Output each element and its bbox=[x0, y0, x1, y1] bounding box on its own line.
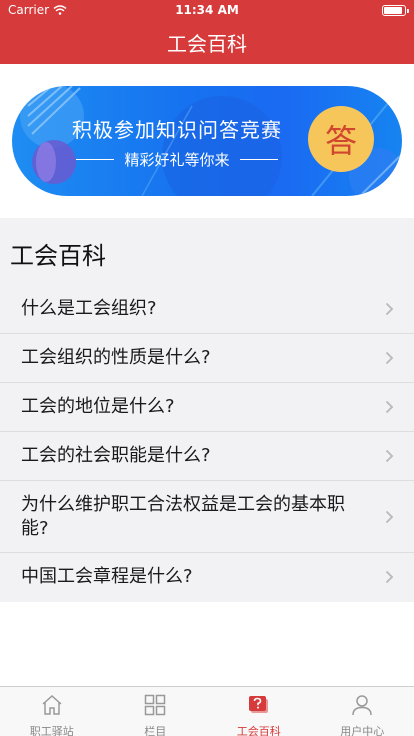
faq-item[interactable]: 中国工会章程是什么? bbox=[0, 552, 414, 601]
page-title: 工会百科 bbox=[167, 32, 247, 56]
battery-icon bbox=[382, 5, 409, 16]
question-icon bbox=[248, 696, 268, 713]
chevron-right-icon bbox=[385, 302, 394, 315]
top-bar: Carrier 11:34 AM 工会百科 bbox=[0, 0, 414, 64]
tab-union-encyclopedia[interactable]: 工会百科 bbox=[207, 687, 311, 736]
divider-line bbox=[76, 159, 115, 160]
divider-line bbox=[239, 159, 278, 160]
faq-list: 什么是工会组织? 工会组织的性质是什么? 工会的地位是什么? 工会的社会职能是什… bbox=[0, 284, 414, 601]
chevron-right-icon bbox=[385, 351, 394, 365]
banner-title: 积极参加知识问答竞赛 bbox=[72, 118, 282, 142]
quiz-banner[interactable]: 积极参加知识问答竞赛 精彩好礼等你来 答 bbox=[12, 86, 402, 196]
chevron-right-icon bbox=[385, 510, 394, 523]
faq-item[interactable]: 工会的社会职能是什么? bbox=[0, 431, 414, 480]
tab-label: 栏目 bbox=[144, 725, 167, 736]
faq-question: 中国工会章程是什么? bbox=[21, 566, 193, 587]
faq-item[interactable]: 工会的地位是什么? bbox=[0, 382, 414, 431]
status-bar: Carrier 11:34 AM bbox=[0, 0, 414, 20]
banner-subtitle-row: 精彩好礼等你来 bbox=[67, 149, 287, 170]
chevron-right-icon bbox=[385, 449, 394, 463]
grid-icon bbox=[145, 694, 166, 716]
tab-bar: 职工驿站 栏目 工会百科 用户中心 bbox=[0, 686, 414, 736]
faq-item[interactable]: 为什么维护职工合法权益是工会的基本职能? bbox=[0, 480, 414, 552]
section-title: 工会百科 bbox=[10, 242, 106, 270]
tab-workers-station[interactable]: 职工驿站 bbox=[0, 687, 104, 736]
tab-label: 用户中心 bbox=[340, 725, 385, 736]
faq-question: 什么是工会组织? bbox=[21, 297, 157, 319]
tab-label: 职工驿站 bbox=[29, 725, 74, 736]
tab-label: 工会百科 bbox=[236, 725, 281, 736]
banner-subtitle: 精彩好礼等你来 bbox=[124, 151, 230, 169]
tab-columns[interactable]: 栏目 bbox=[104, 687, 208, 736]
battery-level bbox=[384, 7, 402, 14]
answer-badge: 答 bbox=[308, 106, 374, 172]
user-icon bbox=[352, 695, 372, 716]
chevron-right-icon bbox=[385, 570, 394, 584]
home-icon bbox=[42, 694, 62, 715]
faq-question: 工会的地位是什么? bbox=[21, 396, 175, 417]
tab-user-center[interactable]: 用户中心 bbox=[311, 687, 414, 736]
banner-area: 积极参加知识问答竞赛 精彩好礼等你来 答 bbox=[0, 64, 414, 218]
faq-question: 工会组织的性质是什么? bbox=[21, 347, 211, 368]
faq-item[interactable]: 工会组织的性质是什么? bbox=[0, 333, 414, 382]
faq-item[interactable]: 什么是工会组织? bbox=[0, 284, 414, 333]
status-time: 11:34 AM bbox=[175, 3, 239, 17]
faq-question: 为什么维护职工合法权益是工会的基本职能? bbox=[21, 493, 345, 539]
faq-section: 工会百科 什么是工会组织? 工会组织的性质是什么? 工会的地位是什么? 工会的社… bbox=[0, 218, 414, 602]
faq-question: 工会的社会职能是什么? bbox=[21, 445, 211, 466]
chevron-right-icon bbox=[385, 400, 394, 414]
